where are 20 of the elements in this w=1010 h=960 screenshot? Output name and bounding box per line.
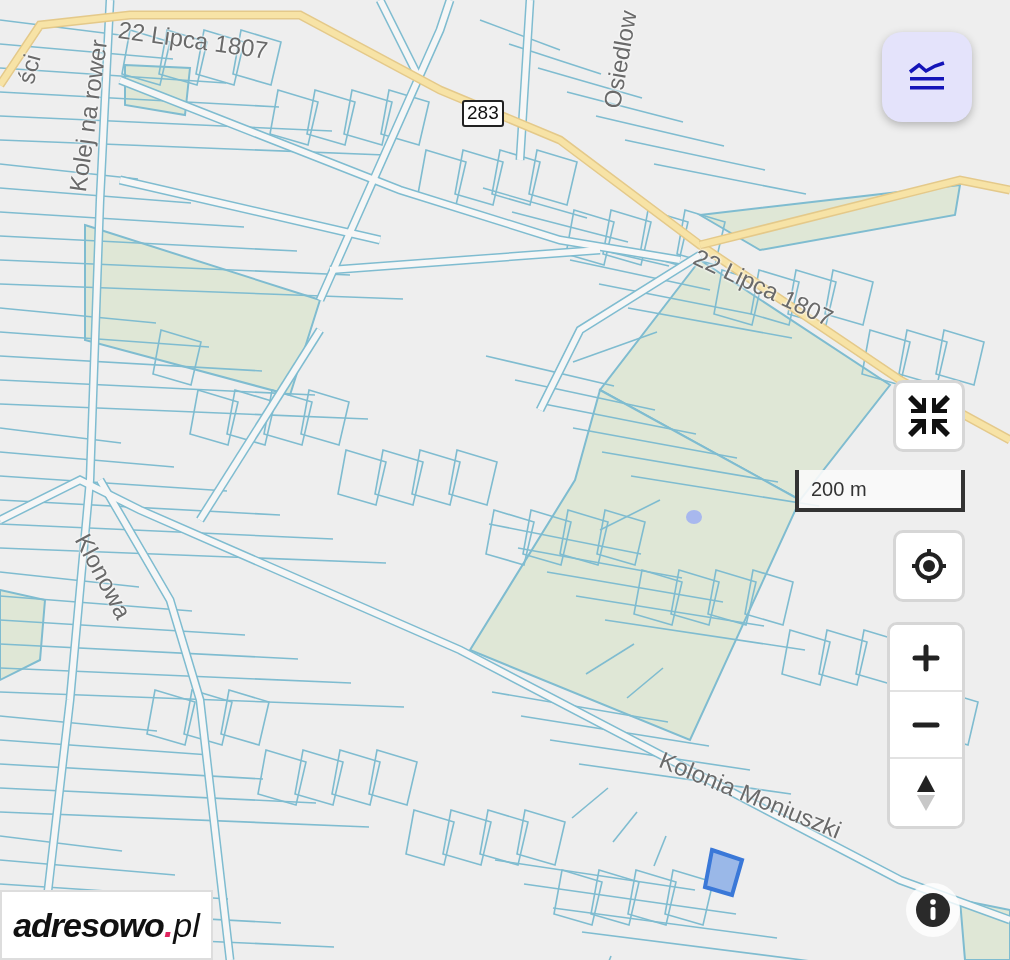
route-shield: 283: [462, 100, 504, 127]
layers-button[interactable]: [882, 32, 972, 122]
layers-icon: [907, 61, 947, 93]
scale-bar: 200 m: [795, 470, 965, 512]
locate-button[interactable]: [893, 530, 965, 602]
exit-fullscreen-button[interactable]: [893, 380, 965, 452]
highlighted-parcel[interactable]: [702, 847, 745, 898]
collapse-arrows-icon: [906, 393, 952, 439]
locate-icon: [909, 546, 949, 586]
info-icon: [915, 892, 951, 928]
pond: [686, 510, 702, 524]
plus-icon: [912, 643, 940, 672]
minus-icon: [912, 720, 940, 729]
site-logo[interactable]: adresowo.pl: [0, 890, 213, 960]
zoom-in-button[interactable]: [890, 625, 962, 692]
street-label: 22 Lipca 1807: [689, 245, 837, 331]
street-label: 22 Lipca 1807: [116, 18, 270, 63]
street-label: ści: [14, 51, 45, 87]
street-label: Kolej na rower: [66, 38, 112, 194]
street-label: Osiedlow: [600, 8, 641, 111]
